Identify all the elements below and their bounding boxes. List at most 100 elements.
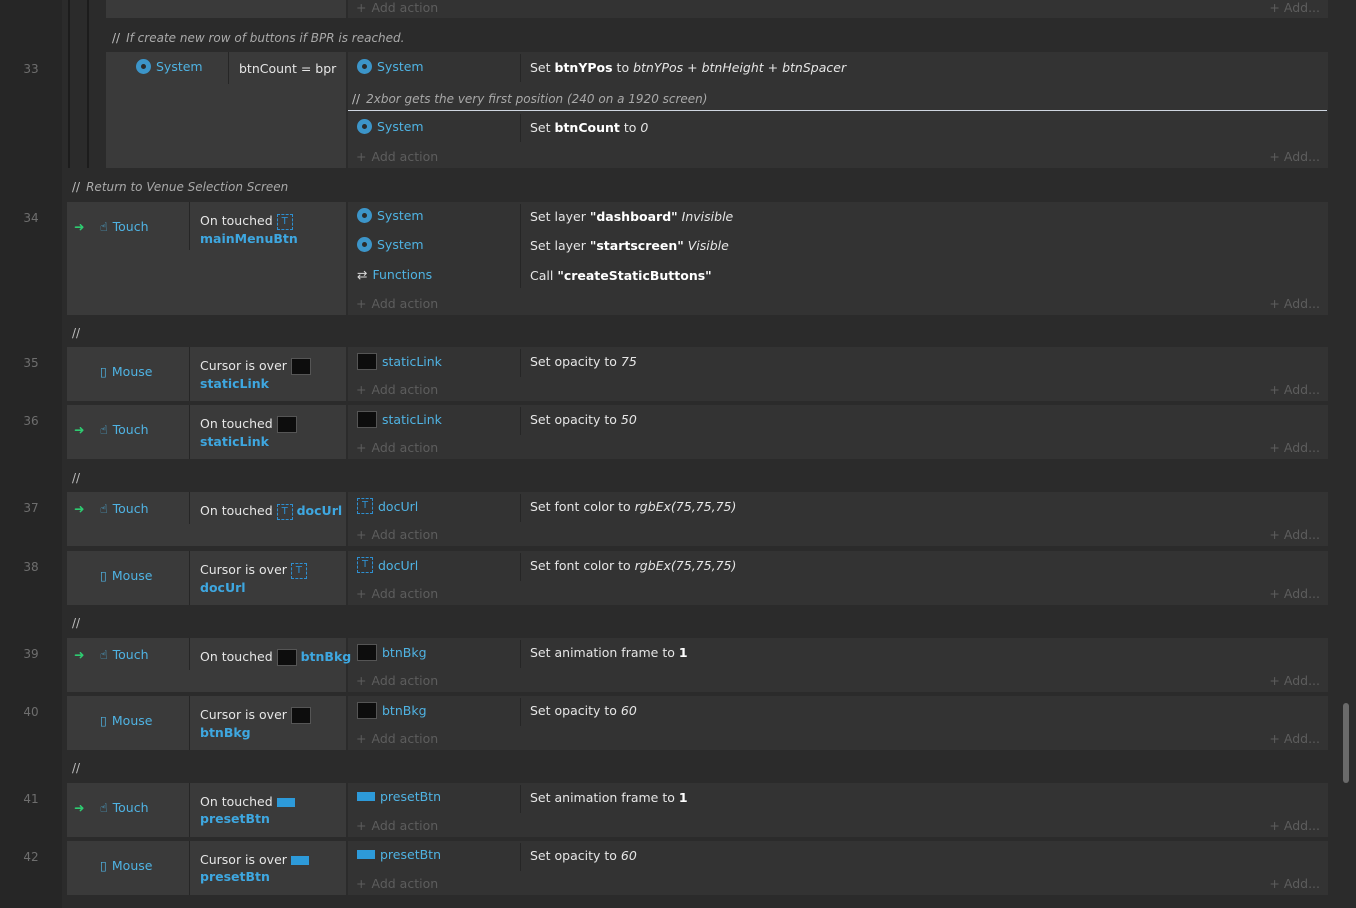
- comment[interactable]: //2xbor gets the very first position (24…: [352, 92, 707, 106]
- add-action-link[interactable]: + Add action: [356, 818, 438, 833]
- condition-row[interactable]: ▯ Mouse: [100, 568, 152, 583]
- add-action-link[interactable]: + Add action: [356, 527, 438, 542]
- condition-row[interactable]: System: [136, 59, 203, 74]
- action-object[interactable]: TdocUrl: [357, 557, 418, 573]
- event-actions-block: [348, 492, 1328, 546]
- condition-row[interactable]: ▯ Mouse: [100, 364, 152, 379]
- action-object[interactable]: System: [357, 237, 424, 252]
- add-more-link[interactable]: + Add...: [1269, 673, 1320, 688]
- sprite-thumbnail-icon: [276, 416, 297, 433]
- action-divider: [520, 54, 521, 82]
- event-number: 34: [23, 211, 39, 225]
- action-object[interactable]: System: [357, 208, 424, 223]
- condition-text[interactable]: On touched T docUrl: [200, 502, 342, 520]
- comment[interactable]: //: [72, 761, 86, 775]
- action-object[interactable]: btnBkg: [357, 644, 427, 661]
- action-text[interactable]: Set opacity to 60: [530, 703, 637, 718]
- condition-text[interactable]: Cursor is over btnBkg: [200, 706, 311, 741]
- add-more-link[interactable]: + Add...: [1269, 586, 1320, 601]
- touch-icon: ☝: [100, 501, 108, 516]
- action-text[interactable]: Set btnCount to 0: [530, 120, 648, 135]
- action-object[interactable]: TdocUrl: [357, 498, 418, 514]
- action-object[interactable]: System: [357, 59, 424, 74]
- condition-divider: [189, 696, 190, 750]
- action-object[interactable]: presetBtn: [357, 847, 441, 862]
- add-more-link[interactable]: + Add...: [1269, 818, 1320, 833]
- condition-row[interactable]: ☝ Touch: [100, 647, 149, 662]
- action-text[interactable]: Set opacity to 75: [530, 354, 637, 369]
- action-text[interactable]: Set font color to rgbEx(75,75,75): [530, 558, 736, 573]
- action-object[interactable]: staticLink: [357, 353, 442, 370]
- condition-text[interactable]: On touched staticLink: [200, 415, 297, 450]
- comment[interactable]: //: [72, 471, 86, 485]
- sprite-thumbnail-icon: [357, 644, 377, 661]
- add-more-link[interactable]: + Add...: [1269, 296, 1320, 311]
- action-object[interactable]: ⇄ Functions: [357, 267, 432, 282]
- action-text[interactable]: Set opacity to 50: [530, 412, 637, 427]
- comment[interactable]: //: [72, 616, 86, 630]
- touch-icon: ☝: [100, 219, 108, 234]
- add-action-link[interactable]: + Add action: [356, 149, 438, 164]
- add-action-link[interactable]: + Add action: [356, 731, 438, 746]
- action-divider: [520, 698, 521, 726]
- action-text[interactable]: Call "createStaticButtons": [530, 268, 712, 283]
- action-object[interactable]: btnBkg: [357, 702, 427, 719]
- action-divider: [520, 349, 521, 377]
- action-text[interactable]: Set font color to rgbEx(75,75,75): [530, 499, 736, 514]
- action-divider: [520, 204, 521, 288]
- add-action-link[interactable]: + Add action: [356, 673, 438, 688]
- event-actions-block: [348, 347, 1328, 401]
- condition-text[interactable]: Cursor is over presetBtn: [200, 851, 309, 885]
- add-more-link[interactable]: + Add...: [1269, 440, 1320, 455]
- selection-line: [348, 110, 1327, 111]
- condition-text[interactable]: Cursor is over staticLink: [200, 357, 311, 392]
- action-object[interactable]: staticLink: [357, 411, 442, 428]
- condition-row[interactable]: ▯ Mouse: [100, 858, 152, 873]
- action-text[interactable]: Set layer "startscreen" Visible: [530, 238, 729, 253]
- action-text[interactable]: Set layer "dashboard" Invisible: [530, 209, 733, 224]
- action-text[interactable]: Set animation frame to 1: [530, 645, 688, 660]
- mouse-icon: ▯: [100, 568, 107, 583]
- condition-text[interactable]: On touched presetBtn: [200, 793, 295, 827]
- add-action-link[interactable]: + Add action: [356, 296, 438, 311]
- condition-row[interactable]: ▯ Mouse: [100, 713, 152, 728]
- add-more-link[interactable]: + Add...: [1269, 0, 1320, 15]
- button-thumbnail-icon: [290, 856, 309, 865]
- condition-text[interactable]: Cursor is over TdocUrl: [200, 561, 307, 596]
- condition-row[interactable]: ☝ Touch: [100, 800, 149, 815]
- condition-row[interactable]: ☝ Touch: [100, 219, 149, 234]
- add-action-link[interactable]: + Add action: [356, 382, 438, 397]
- add-more-link[interactable]: + Add...: [1269, 527, 1320, 542]
- system-gear-icon: [357, 119, 372, 134]
- system-gear-icon: [357, 208, 372, 223]
- add-action-link[interactable]: + Add action: [356, 440, 438, 455]
- add-action-link[interactable]: + Add action: [356, 0, 438, 15]
- action-text[interactable]: Set animation frame to 1: [530, 790, 688, 805]
- comment[interactable]: //Return to Venue Selection Screen: [72, 180, 288, 194]
- sprite-thumbnail-icon: [357, 411, 377, 428]
- comment[interactable]: //: [72, 326, 86, 340]
- sprite-thumbnail-icon: [357, 702, 377, 719]
- action-divider: [520, 843, 521, 871]
- add-more-link[interactable]: + Add...: [1269, 876, 1320, 891]
- add-more-link[interactable]: + Add...: [1269, 149, 1320, 164]
- add-more-link[interactable]: + Add...: [1269, 731, 1320, 746]
- action-text[interactable]: Set btnYPos to btnYPos + btnHeight + btn…: [530, 60, 846, 75]
- add-action-link[interactable]: + Add action: [356, 586, 438, 601]
- add-action-link[interactable]: + Add action: [356, 876, 438, 891]
- condition-text[interactable]: On touched TmainMenuBtn: [200, 212, 298, 247]
- action-object[interactable]: presetBtn: [357, 789, 441, 804]
- comment[interactable]: //If create new row of buttons if BPR is…: [112, 31, 404, 45]
- action-object[interactable]: System: [357, 119, 424, 134]
- action-divider: [520, 494, 521, 522]
- action-text[interactable]: Set opacity to 60: [530, 848, 637, 863]
- condition-divider: [189, 783, 190, 837]
- condition-text[interactable]: On touched btnBkg: [200, 648, 351, 666]
- condition-row[interactable]: ☝ Touch: [100, 501, 149, 516]
- add-more-link[interactable]: + Add...: [1269, 382, 1320, 397]
- event-number: 39: [23, 647, 39, 661]
- text-object-icon: T: [357, 557, 373, 573]
- condition-row[interactable]: ☝ Touch: [100, 422, 149, 437]
- condition-text[interactable]: btnCount = bpr: [239, 60, 336, 77]
- scrollbar-thumb[interactable]: [1343, 703, 1349, 783]
